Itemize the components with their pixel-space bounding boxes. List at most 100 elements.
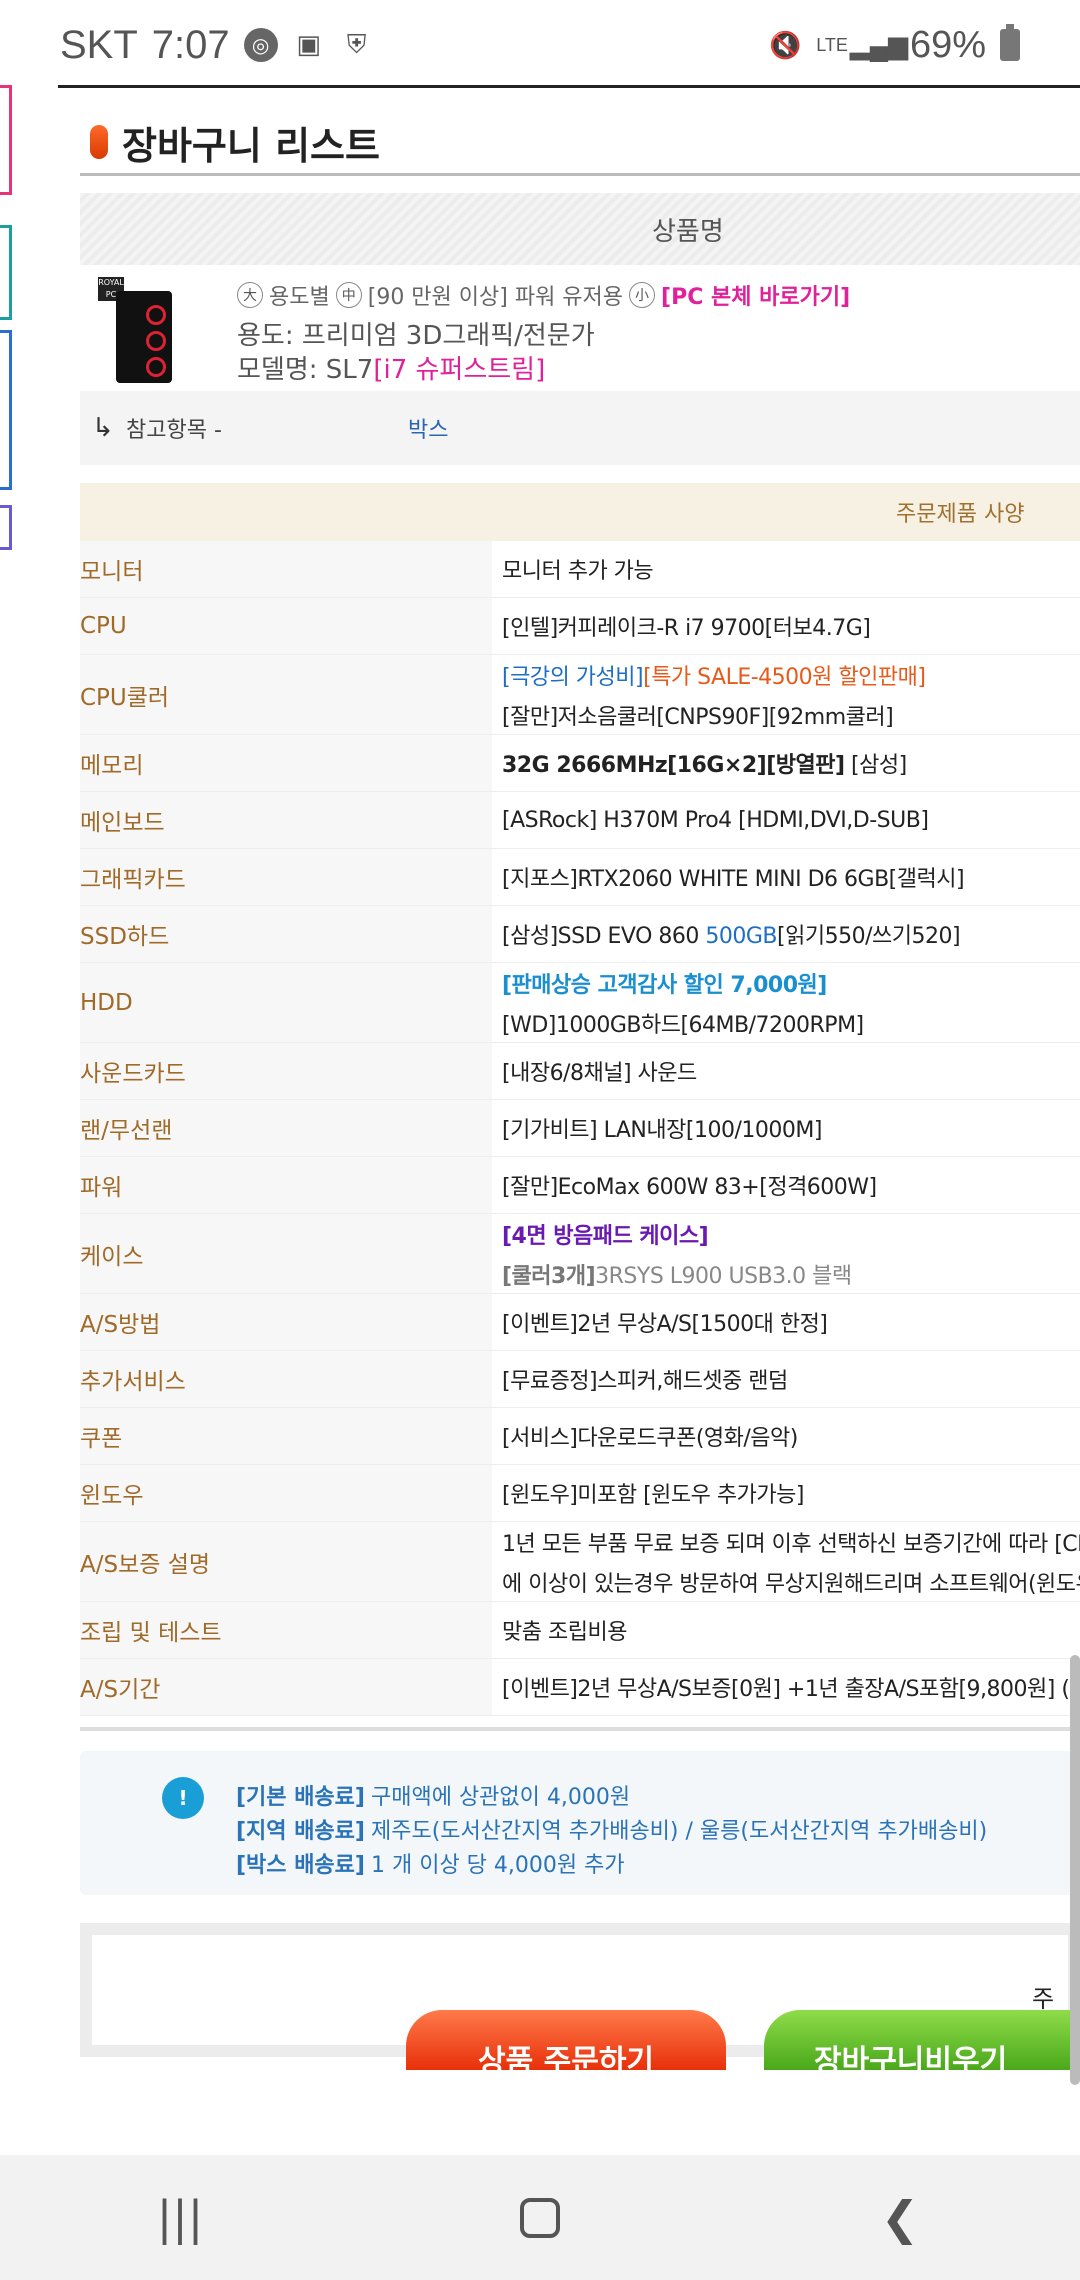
spec-row-extra-service: 추가서비스 [무료증정]스피커,해드셋중 랜덤: [80, 1351, 1080, 1408]
spec-value: [이벤트]2년 무상A/S[1500대 한정]: [492, 1294, 1080, 1350]
spec-value: [무료증정]스피커,해드셋중 랜덤: [492, 1351, 1080, 1407]
spec-label: 케이스: [80, 1214, 492, 1293]
edge-block: [0, 85, 12, 195]
shipping-text: 1 개 이상 당 4,000원 추가: [370, 1853, 625, 1878]
model-prefix: 모델명: SL7: [237, 355, 374, 385]
spec-value-text: [ASRock] H370M Pro4 [HDMI,DVI,D-SUB]: [502, 807, 929, 833]
mute-icon: 🔇: [769, 29, 802, 60]
spec-row-mainboard: 메인보드 [ASRock] H370M Pro4 [HDMI,DVI,D-SUB…: [80, 792, 1080, 849]
spec-value-text: 맞춤 조립비용: [502, 1620, 627, 1645]
spec-value-text: 모니터 추가 가능: [502, 559, 654, 584]
home-icon: [520, 2197, 560, 2238]
spec-value-text: [읽기550/쓰기520]: [777, 924, 961, 949]
spec-value: [윈도우]미포함 [윈도우 추가가능]: [492, 1465, 1080, 1521]
back-icon: ❮: [880, 2190, 920, 2245]
size-large-icon: 大: [237, 282, 263, 308]
spec-label: 메인보드: [80, 792, 492, 848]
title-bullet-icon: [90, 125, 108, 159]
spec-value: [삼성]SSD EVO 860 500GB[읽기550/쓰기520]: [492, 906, 1080, 962]
pc-main-link[interactable]: [PC 본체 바로가기]: [661, 279, 850, 311]
spec-row-warranty-desc: A/S보증 설명 1년 모든 부품 무료 보증 되며 이후 선택하신 보증기간에…: [80, 1522, 1080, 1602]
order-button[interactable]: 상품 주문하기: [406, 2010, 726, 2070]
spec-label: A/S기간: [80, 1659, 492, 1715]
reference-row: ↳ 참고항목 - 박스: [80, 391, 1080, 465]
recent-apps-icon: |||: [156, 2190, 204, 2245]
top-rule: [58, 85, 1080, 88]
spec-value-text: [윈도우]미포함 [윈도우 추가가능]: [502, 1483, 804, 1508]
spec-value: [4면 방음패드 케이스] [쿨러3개]3RSYS L900 USB3.0 블랙: [492, 1214, 1080, 1293]
fan-ring: [146, 331, 166, 351]
back-button[interactable]: ❮: [840, 2168, 960, 2268]
sale-text: [특가 SALE-4500원 할인판매]: [643, 664, 926, 690]
spec-row-cpu: CPU [인텔]커피레이크-R i7 9700[터보4.7G]: [80, 598, 1080, 655]
spec-value: [인텔]커피레이크-R i7 9700[터보4.7G]: [492, 598, 1080, 654]
edge-block: [0, 505, 12, 550]
spec-row-lan: 랜/무선랜 [기가비트] LAN내장[100/1000M]: [80, 1100, 1080, 1157]
spec-value: [서비스]다운로드쿠폰(영화/음악): [492, 1408, 1080, 1464]
spec-value-bold: [쿨러3개]: [502, 1263, 596, 1289]
spec-value: [ASRock] H370M Pro4 [HDMI,DVI,D-SUB]: [492, 792, 1080, 848]
spec-label: SSD하드: [80, 906, 492, 962]
spec-label: 사운드카드: [80, 1043, 492, 1099]
edge-block: [0, 225, 12, 320]
spec-header: 주문제품 사양: [80, 483, 1080, 541]
spec-value: 맞춤 조립비용: [492, 1602, 1080, 1658]
spec-value-text: [잘만]저소음쿨러[CNPS90F][92mm쿨러]: [502, 704, 894, 730]
spec-value-text: [기가비트] LAN내장[100/1000M]: [502, 1118, 822, 1143]
spec-value-bold: 32G 2666MHz[16G×2][방열판]: [502, 753, 845, 778]
edge-block: [0, 330, 12, 490]
signal-icon: ▂▄▆: [849, 29, 909, 60]
spec-value-text: [지포스]RTX2060 WHITE MINI D6 6GB[갤럭시]: [502, 867, 965, 892]
shipping-label: [지역 배송료]: [236, 1819, 365, 1844]
spec-label: 쿠폰: [80, 1408, 492, 1464]
spec-value: [극강의 가성비][특가 SALE-4500원 할인판매] [잘만]저소음쿨러[…: [492, 655, 1080, 734]
chat-bubble-icon: !: [162, 1777, 204, 1819]
spec-value-text: 1년 모든 부품 무료 보증 되며 이후 선택하신 보증기간에 따라 [CPU/: [502, 1531, 1080, 1557]
spec-value: [기가비트] LAN내장[100/1000M]: [492, 1100, 1080, 1156]
spec-row-windows: 윈도우 [윈도우]미포함 [윈도우 추가가능]: [80, 1465, 1080, 1522]
spec-value-text: [내장6/8채널] 사운드: [502, 1061, 697, 1086]
clock-text: 7:07: [151, 22, 230, 67]
capacity-highlight: 500GB: [705, 924, 778, 949]
shipping-line-basic: [기본 배송료] 구매액에 상관없이 4,000원: [236, 1779, 987, 1813]
pc-case-image: [116, 291, 172, 383]
spec-header-text: 주문제품 사양: [896, 502, 1025, 527]
spec-row-as-method: A/S방법 [이벤트]2년 무상A/S[1500대 한정]: [80, 1294, 1080, 1351]
spec-row-power: 파워 [잘만]EcoMax 600W 83+[정격600W]: [80, 1157, 1080, 1214]
spec-label: 모니터: [80, 541, 492, 597]
empty-cart-button[interactable]: 장바구니비우기: [764, 2010, 1080, 2070]
spec-value: [내장6/8채널] 사운드: [492, 1043, 1080, 1099]
product-thumbnail[interactable]: ROYAL PC: [98, 277, 198, 392]
promo-text: [판매상승 고객감사 할인 7,000원]: [502, 972, 827, 998]
size-mid-icon: 中: [335, 282, 362, 308]
left-edge-strip: [0, 85, 12, 1085]
spec-value-text: [잘만]EcoMax 600W 83+[정격600W]: [502, 1175, 877, 1200]
spec-value-text: 3RSYS L900 USB3.0 블랙: [595, 1263, 852, 1289]
spec-value-line: [쿨러3개]3RSYS L900 USB3.0 블랙: [502, 1258, 1080, 1290]
shield-icon: ⛨: [346, 29, 367, 60]
usage-by-text: 용도별: [269, 285, 330, 310]
spec-value: [판매상승 고객감사 할인 7,000원] [WD]1000GB하드[64MB/…: [492, 963, 1080, 1042]
spec-value-line: 32G 2666MHz[16G×2][방열판] [삼성]: [502, 747, 1080, 779]
spec-row-sound: 사운드카드 [내장6/8채널] 사운드: [80, 1043, 1080, 1100]
shipping-text: 구매액에 상관없이 4,000원: [370, 1785, 631, 1810]
cart-title-row: 장바구니 리스트: [58, 107, 380, 177]
home-button[interactable]: [480, 2168, 600, 2268]
spec-value: [지포스]RTX2060 WHITE MINI D6 6GB[갤럭시]: [492, 849, 1080, 905]
page-content: 장바구니 리스트 상품명 ROYAL PC 大 용도별 中 [90 만원 이상] …: [58, 85, 1080, 2155]
shipping-text: 제주도(도서산간지역 추가배송비) / 울릉(도서산간지역 추가배송비): [370, 1819, 988, 1844]
spec-value-text: 에 이상이 있는경우 방문하여 무상지원해드리며 소프트웨어(윈도우: [502, 1571, 1080, 1597]
scrollbar[interactable]: [1070, 1655, 1080, 2085]
product-category-line: 大 용도별 中 [90 만원 이상] 파워 유저용 小 [PC 본체 바로가기]: [237, 277, 850, 313]
battery-icon: [1000, 24, 1020, 61]
spec-value-text: [인텔]커피레이크-R i7 9700[터보4.7G]: [502, 616, 871, 641]
spec-value-text: [무료증정]스피커,해드셋중 랜덤: [502, 1369, 788, 1394]
recent-apps-button[interactable]: |||: [120, 2168, 240, 2268]
spec-value: [이벤트]2년 무상A/S보증[0원] +1년 출장A/S포함[9,800원] …: [492, 1659, 1080, 1715]
product-column-header-text: 상품명: [652, 216, 724, 247]
shopping-bag-icon: ▣: [296, 30, 321, 60]
spec-label: CPU: [80, 598, 492, 654]
product-text: 大 용도별 中 [90 만원 이상] 파워 유저용 小 [PC 본체 바로가기]…: [237, 277, 850, 385]
spec-value: [잘만]EcoMax 600W 83+[정격600W]: [492, 1157, 1080, 1213]
spec-row-case: 케이스 [4면 방음패드 케이스] [쿨러3개]3RSYS L900 USB3.…: [80, 1214, 1080, 1294]
